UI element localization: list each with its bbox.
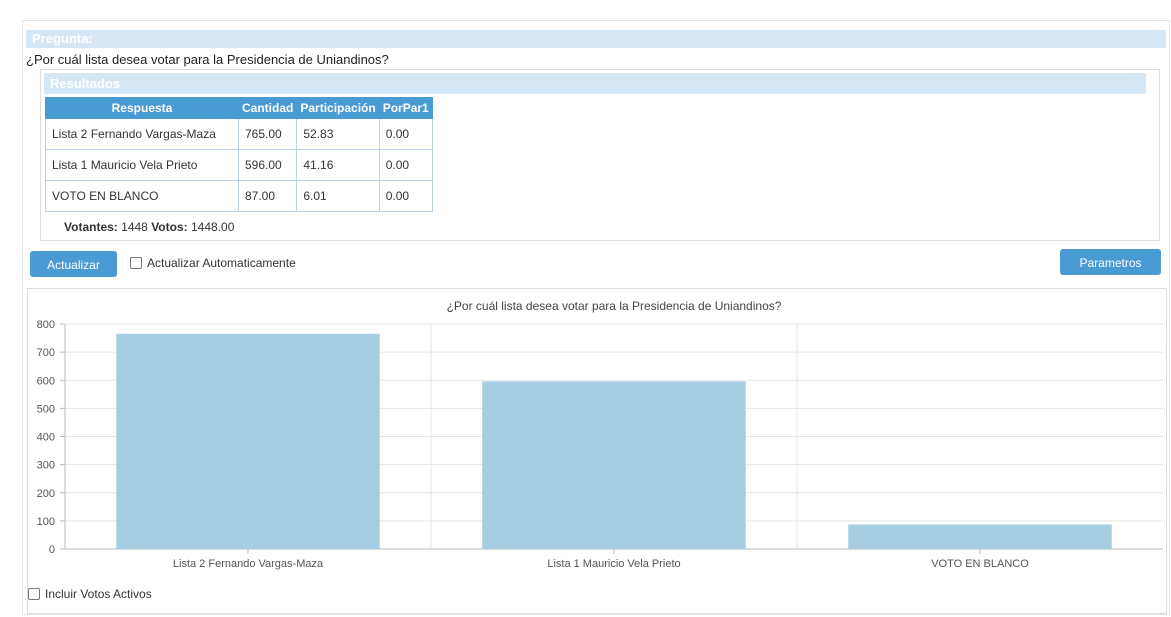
y-tick-label: 400 [37, 432, 55, 444]
y-tick-label: 800 [37, 319, 55, 331]
y-tick-label: 200 [37, 488, 55, 500]
y-tick-label: 700 [37, 347, 55, 359]
y-tick-label: 100 [37, 516, 55, 528]
x-tick-label: VOTO EN BLANCO [931, 558, 1029, 570]
incluir-votos-label: Incluir Votos Activos [45, 587, 152, 601]
incluir-votos-toggle[interactable]: Incluir Votos Activos [28, 587, 152, 601]
y-tick-label: 500 [37, 403, 55, 415]
bar [482, 381, 746, 549]
bar [116, 333, 380, 549]
bar [848, 524, 1112, 549]
x-tick-label: Lista 1 Mauricio Vela Prieto [547, 558, 680, 570]
y-tick-label: 300 [37, 460, 55, 472]
x-tick-label: Lista 2 Fernando Vargas-Maza [173, 558, 324, 570]
chart-title: ¿Por cuál lista desea votar para la Pres… [447, 299, 782, 313]
y-tick-label: 0 [49, 544, 55, 556]
incluir-votos-checkbox[interactable] [28, 588, 40, 600]
results-bar-chart: ¿Por cuál lista desea votar para la Pres… [37, 299, 1163, 570]
y-tick-label: 600 [37, 375, 55, 387]
